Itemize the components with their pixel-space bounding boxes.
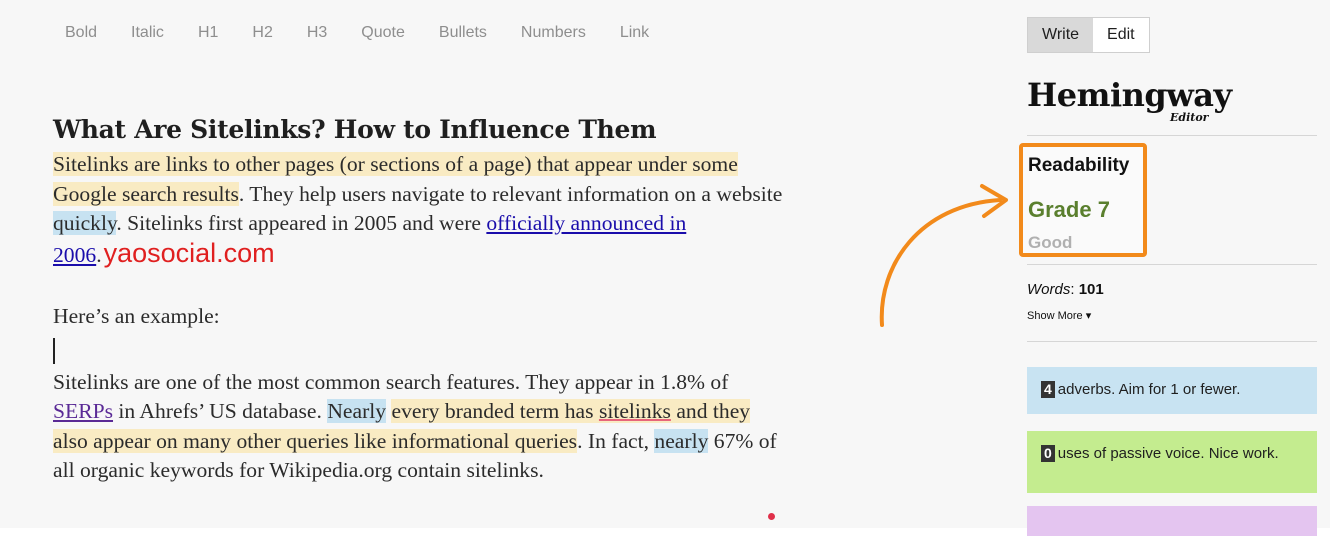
serps-link[interactable]: SERPs [53,399,113,423]
text-run: . [96,242,102,267]
words-value: 101 [1078,281,1104,298]
word-count: Words: 101 [1027,281,1104,298]
scroll-marker-dot [768,513,775,520]
h3-button[interactable]: H3 [290,18,344,48]
passive-message: uses of passive voice. Nice work. [1057,445,1279,462]
adverb-highlight: nearly [654,428,709,453]
link-button[interactable]: Link [603,18,666,48]
passive-count-badge: 0 [1041,445,1055,462]
text-run: . Sitelinks first appeared in 2005 and w… [116,211,487,235]
hemingway-logo: Hemingway [1027,76,1232,114]
text-run: Sitelinks are one of the most common sea… [53,369,729,394]
format-toolbar: Bold Italic H1 H2 H3 Quote Bullets Numbe… [48,18,666,48]
h1-button[interactable]: H1 [181,18,235,48]
paragraph-3: Sitelinks are one of the most common sea… [53,368,783,486]
show-more-label: Show More [1027,310,1083,322]
caret-down-icon: ▾ [1085,310,1092,322]
edit-mode-button[interactable]: Edit [1093,18,1149,52]
words-label: Words [1027,281,1071,298]
text-run: every branded term has [391,399,599,423]
text-run: in Ahrefs’ US database. [113,399,328,423]
show-more-toggle[interactable]: Show More ▾ [1027,309,1091,322]
divider [1027,264,1317,265]
italic-button[interactable]: Italic [114,18,181,48]
paragraph-1: Sitelinks are links to other pages (or s… [53,150,783,270]
bold-button[interactable]: Bold [48,18,114,48]
watermark-text: yaosocial.com [103,237,275,268]
text-run: . They help users navigate to relevant i… [238,181,783,206]
mode-toggle: Write Edit [1027,17,1150,53]
bullets-button[interactable]: Bullets [422,18,504,48]
grade-rating: Good [1028,233,1073,252]
readability-title: Readability [1028,155,1130,176]
write-mode-button[interactable]: Write [1028,18,1094,52]
app-frame: Bold Italic H1 H2 H3 Quote Bullets Numbe… [0,0,1330,536]
text-run: . In fact, [577,428,655,453]
editor-area[interactable]: What Are Sitelinks? How to Influence The… [53,110,783,486]
logo-subtitle: Editor [1170,111,1209,124]
annotation-arrow-icon [879,184,1008,327]
adverbs-count-badge: 4 [1041,381,1055,398]
quote-button[interactable]: Quote [344,18,422,48]
adverbs-card: 4 adverbs. Aim for 1 or fewer. [1027,367,1317,414]
passive-voice-card: 0 uses of passive voice. Nice work. [1027,431,1317,493]
divider [1027,135,1317,136]
grade-level: Grade 7 [1028,197,1110,222]
spelling-flag: sitelinks [598,399,671,423]
phrases-card [1027,506,1317,536]
sidebar: Write Edit Hemingway Editor Readability … [1019,0,1317,536]
document-title: What Are Sitelinks? How to Influence The… [53,115,657,144]
h2-button[interactable]: H2 [235,18,289,48]
readability-panel: Readability Grade 7 Good [1019,143,1147,257]
paragraph-2: Here’s an example: [53,304,220,328]
text-cursor [53,337,55,364]
adverb-highlight: quickly [53,211,117,235]
adverbs-message: adverbs. Aim for 1 or fewer. [1057,381,1241,398]
adverb-highlight: Nearly [327,399,387,423]
numbers-button[interactable]: Numbers [504,18,603,48]
divider [1027,341,1317,342]
